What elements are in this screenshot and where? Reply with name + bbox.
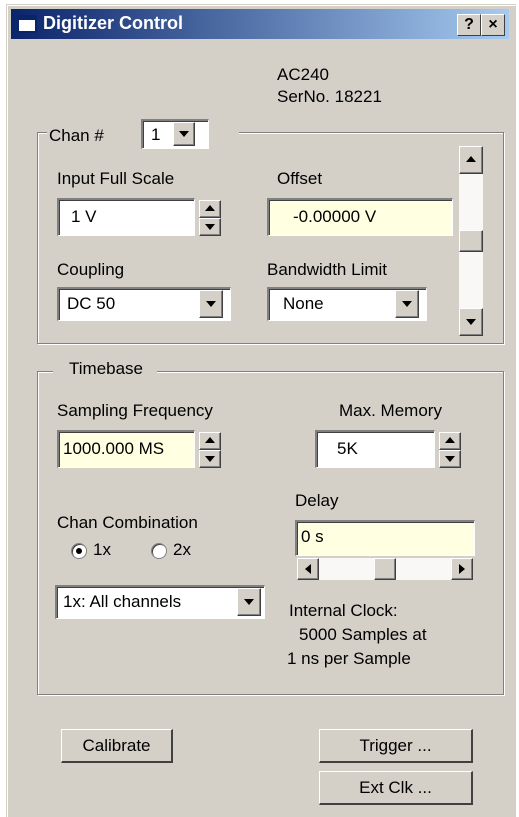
scroll-left-icon [305,564,311,574]
scroll-right-button[interactable] [451,558,473,580]
device-serial: SerNo. 18221 [277,87,382,106]
spin-down-button[interactable] [199,450,221,468]
chevron-down-icon [206,301,216,307]
chan-combination-label: Chan Combination [57,513,198,532]
device-model: AC240 [277,65,329,84]
timebase-group-label: Timebase [53,359,158,379]
max-memory-value: 5K [337,439,358,458]
spin-up-button[interactable] [199,200,221,218]
spin-up-icon [205,437,215,443]
clock-info-line2: 5000 Samples at [299,625,427,644]
chan-combination-value: 1x: All channels [63,592,182,611]
max-memory-spinner[interactable] [439,432,461,468]
digitizer-control-window: Digitizer Control ? × AC240 SerNo. 18221… [6,4,516,817]
input-full-scale-label: Input Full Scale [57,169,175,188]
clock-info-line3: 1 ns per Sample [287,649,411,668]
delay-field[interactable]: 0 s [295,520,475,556]
spin-down-icon [205,224,215,230]
input-full-scale-spinner[interactable] [199,200,221,236]
offset-value: -0.00000 V [293,207,377,226]
bandwidth-dropdown-button[interactable] [395,290,419,318]
delay-scroll-thumb[interactable] [374,558,396,580]
ext-clk-button[interactable]: Ext Clk ... [319,771,473,805]
max-memory-field[interactable]: 5K [315,430,435,468]
spin-up-icon [205,205,215,211]
window-app-icon [17,15,37,33]
chan-number-value: 1 [151,125,161,144]
spin-up-button[interactable] [439,432,461,450]
scroll-up-icon [466,156,476,162]
spin-down-icon [445,456,455,462]
clock-info-line1: Internal Clock: [289,601,398,620]
scroll-thumb[interactable] [459,230,483,252]
scroll-right-icon [459,564,465,574]
sampling-frequency-field[interactable]: 1000.000 MS [57,430,195,468]
scroll-down-button[interactable] [459,308,483,336]
chan-number-label: Chan # [49,126,104,145]
input-full-scale-field[interactable]: 1 V [57,198,195,236]
help-button[interactable]: ? [457,14,481,36]
sampling-frequency-spinner[interactable] [199,432,221,468]
channel-scrollbar[interactable] [459,146,483,336]
title-bar[interactable]: Digitizer Control ? × [11,9,509,39]
bandwidth-limit-value: None [283,294,324,313]
delay-scrollbar[interactable] [297,558,473,580]
spin-down-button[interactable] [199,218,221,236]
channel-group-header: Chan # 1 [47,119,239,149]
scroll-down-icon [466,319,476,325]
close-button[interactable]: × [481,14,505,36]
input-full-scale-value: 1 V [71,207,97,226]
chan-combination-select[interactable]: 1x: All channels [55,585,265,619]
bandwidth-limit-label: Bandwidth Limit [267,260,388,279]
window-title: Digitizer Control [43,13,183,33]
scroll-left-button[interactable] [297,558,319,580]
calibrate-button[interactable]: Calibrate [61,729,173,763]
coupling-select[interactable]: DC 50 [57,287,231,321]
offset-field[interactable]: -0.00000 V [267,198,453,236]
radio-1x-label[interactable]: 1x [93,540,111,560]
chevron-down-icon [179,131,189,137]
spin-down-icon [205,456,215,462]
radio-selected-dot [76,548,82,554]
sampling-frequency-value: 1000.000 MS [63,439,165,458]
radio-2x-label[interactable]: 2x [173,540,191,560]
chan-number-dropdown-button[interactable] [173,122,195,146]
offset-label: Offset [277,169,323,188]
scroll-up-button[interactable] [459,146,483,174]
bandwidth-limit-select[interactable]: None [267,287,427,321]
coupling-dropdown-button[interactable] [199,290,223,318]
chan-combination-dropdown-button[interactable] [237,588,261,616]
spin-down-button[interactable] [439,450,461,468]
delay-label: Delay [295,491,339,510]
spin-up-button[interactable] [199,432,221,450]
trigger-button[interactable]: Trigger ... [319,729,473,763]
radio-1x[interactable] [71,543,87,559]
spin-up-icon [445,437,455,443]
chevron-down-icon [244,599,254,605]
coupling-value: DC 50 [67,294,116,313]
radio-2x[interactable] [151,543,167,559]
chevron-down-icon [402,301,412,307]
sampling-frequency-label: Sampling Frequency [57,401,213,420]
chan-number-select[interactable]: 1 [141,119,209,149]
coupling-label: Coupling [57,260,125,279]
delay-value: 0 s [301,527,324,546]
max-memory-label: Max. Memory [339,401,442,420]
